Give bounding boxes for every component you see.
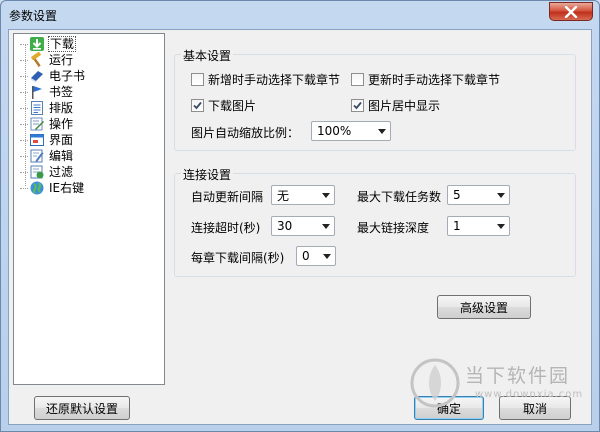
checkbox-label: 更新时手动选择下载章节 <box>368 73 501 87</box>
select-value: 0 <box>302 249 310 263</box>
chevron-down-icon[interactable] <box>374 128 390 134</box>
max-depth-label: 最大链接深度 <box>357 221 430 235</box>
checkbox-label: 下载图片 <box>208 99 257 113</box>
tree-label: 操作 <box>49 117 74 131</box>
timeout-label: 连接超时(秒) <box>191 221 261 235</box>
chevron-down-icon[interactable] <box>318 223 334 229</box>
tree-item-edit[interactable]: 编辑 <box>20 148 74 164</box>
flag-icon <box>32 86 42 99</box>
edit-form-icon <box>30 117 44 131</box>
checkbox-box[interactable] <box>191 99 204 112</box>
tree-item-download[interactable]: 下载 <box>20 36 77 52</box>
window-title: 参数设置 <box>9 9 58 23</box>
select-value: 无 <box>277 188 290 203</box>
checkmark-icon <box>193 101 202 110</box>
chapter-interval-select[interactable]: 0 <box>296 246 336 266</box>
center-images-checkbox[interactable]: 图片居中显示 <box>351 97 440 114</box>
timeout-select[interactable]: 30 <box>271 216 335 236</box>
hammer-icon <box>31 52 41 67</box>
select-value: 30 <box>277 219 293 233</box>
tree-label: 排版 <box>49 101 74 115</box>
chevron-down-icon[interactable] <box>318 192 334 198</box>
globe-icon <box>30 181 44 195</box>
max-tasks-select[interactable]: 5 <box>447 185 510 205</box>
document-icon <box>31 101 43 115</box>
checkbox-label: 图片居中显示 <box>368 99 441 113</box>
restore-defaults-button[interactable]: 还原默认设置 <box>34 396 130 420</box>
tree-label: 电子书 <box>49 69 86 83</box>
select-value: 5 <box>453 188 461 202</box>
advanced-settings-button[interactable]: 高级设置 <box>437 295 531 319</box>
watermark-url: www.downxia.com <box>475 389 584 400</box>
max-tasks-label: 最大下载任务数 <box>357 190 442 204</box>
tree-item-interface[interactable]: 界面 <box>20 132 74 148</box>
chapter-interval-label: 每章下载间隔(秒) <box>191 251 285 265</box>
settings-dialog: 参数设置 下载 运行 电子书 书签 排版 操作 界面 编辑 过滤 IE右键 基本… <box>0 0 600 432</box>
tree-item-bookmark[interactable]: 书签 <box>20 84 74 100</box>
pencil-page-icon <box>30 149 44 163</box>
checkbox-box[interactable] <box>191 73 204 86</box>
select-value: 1 <box>453 219 461 233</box>
max-depth-select[interactable]: 1 <box>447 216 510 236</box>
category-tree[interactable]: 下载 运行 电子书 书签 排版 操作 界面 编辑 过滤 IE右键 <box>13 33 165 385</box>
chevron-down-icon[interactable] <box>319 253 335 259</box>
checkbox-box[interactable] <box>351 73 364 86</box>
tree-item-operation[interactable]: 操作 <box>20 116 74 132</box>
download-images-checkbox[interactable]: 下载图片 <box>191 97 256 114</box>
tree-label: 书签 <box>49 85 74 99</box>
select-value: 100% <box>317 124 352 138</box>
tree-label: 过滤 <box>49 165 74 179</box>
group-title-basic: 基本设置 <box>181 47 234 64</box>
tree-label: IE右键 <box>49 181 85 195</box>
tree-label: 编辑 <box>49 149 74 163</box>
auto-update-label: 自动更新间隔 <box>191 190 264 204</box>
basic-settings-group: 基本设置 新增时手动选择下载章节 更新时手动选择下载章节 下载图片 图片居中显示 <box>174 47 576 151</box>
zoom-label: 图片自动缩放比例： <box>191 126 300 140</box>
checkbox-label: 新增时手动选择下载章节 <box>208 73 341 87</box>
auto-update-select[interactable]: 无 <box>271 185 335 205</box>
tree-label: 界面 <box>49 133 74 147</box>
manual-new-checkbox[interactable]: 新增时手动选择下载章节 <box>191 71 340 88</box>
tree-item-filter[interactable]: 过滤 <box>20 164 74 180</box>
group-title-connection: 连接设置 <box>181 166 234 183</box>
filter-icon <box>30 165 44 179</box>
watermark-logo-icon <box>410 358 460 408</box>
download-icon <box>30 37 44 51</box>
chevron-down-icon[interactable] <box>493 192 509 198</box>
tree-item-ebook[interactable]: 电子书 <box>20 68 86 84</box>
checkmark-icon <box>353 101 362 110</box>
tree-label: 下载 <box>48 36 77 52</box>
watermark: 当下软件园 www.downxia.com <box>409 357 589 413</box>
tree-item-layout[interactable]: 排版 <box>20 100 74 116</box>
window-icon <box>30 134 44 146</box>
book-icon <box>31 71 43 83</box>
checkbox-box[interactable] <box>351 99 364 112</box>
manual-update-checkbox[interactable]: 更新时手动选择下载章节 <box>351 71 500 88</box>
title-bar[interactable]: 参数设置 <box>1 1 599 29</box>
close-icon <box>564 5 578 18</box>
watermark-text: 当下软件园 <box>465 365 571 387</box>
close-button[interactable] <box>549 2 593 21</box>
chevron-down-icon[interactable] <box>493 223 509 229</box>
tree-item-ie-context[interactable]: IE右键 <box>20 180 85 196</box>
tree-label: 运行 <box>49 53 74 67</box>
zoom-select[interactable]: 100% <box>311 121 391 141</box>
connection-settings-group: 连接设置 自动更新间隔 无 最大下载任务数 5 连接超时(秒) 30 最大链接深… <box>174 166 576 277</box>
tree-item-run[interactable]: 运行 <box>20 52 74 68</box>
